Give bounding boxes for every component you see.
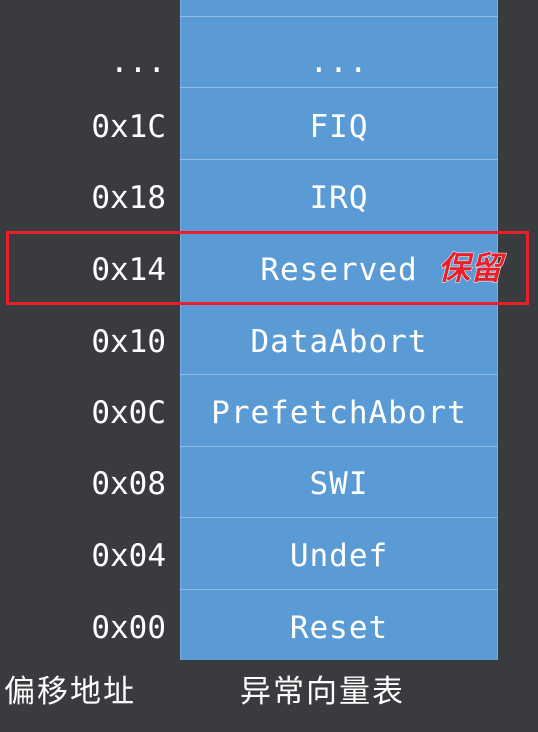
- offset-label-0x0c: 0x0C: [91, 395, 166, 431]
- vector-entry-prefetch-abort: PrefetchAbort: [211, 395, 467, 431]
- reserved-annotation: 保留: [437, 249, 503, 288]
- cell-separator: [180, 446, 498, 447]
- vector-entry-data-abort: DataAbort: [250, 324, 428, 360]
- offset-label-0x00: 0x00: [91, 610, 166, 646]
- cell-separator: [180, 16, 498, 17]
- offset-label-0x08: 0x08: [91, 466, 166, 502]
- vector-entry-irq: IRQ: [309, 180, 369, 216]
- vector-entry-swi: SWI: [309, 466, 369, 502]
- offset-label-0x10: 0x10: [91, 324, 166, 360]
- offset-label-ellipsis: ...: [110, 44, 166, 80]
- vector-entry-ellipsis: ...: [309, 44, 369, 80]
- offset-label-0x1c: 0x1C: [91, 109, 166, 145]
- cell-separator: [180, 159, 498, 160]
- table-caption: 异常向量表: [240, 674, 405, 710]
- offset-label-0x04: 0x04: [91, 538, 166, 574]
- vector-entry-undef: Undef: [289, 538, 389, 574]
- vector-entry-reset: Reset: [289, 610, 389, 646]
- cell-separator: [180, 87, 498, 88]
- cell-separator: [180, 517, 498, 518]
- offset-label-0x18: 0x18: [91, 180, 166, 216]
- vector-entry-fiq: FIQ: [309, 109, 369, 145]
- cell-separator: [180, 374, 498, 375]
- cell-separator: [180, 589, 498, 590]
- offset-column-caption: 偏移地址: [4, 674, 136, 710]
